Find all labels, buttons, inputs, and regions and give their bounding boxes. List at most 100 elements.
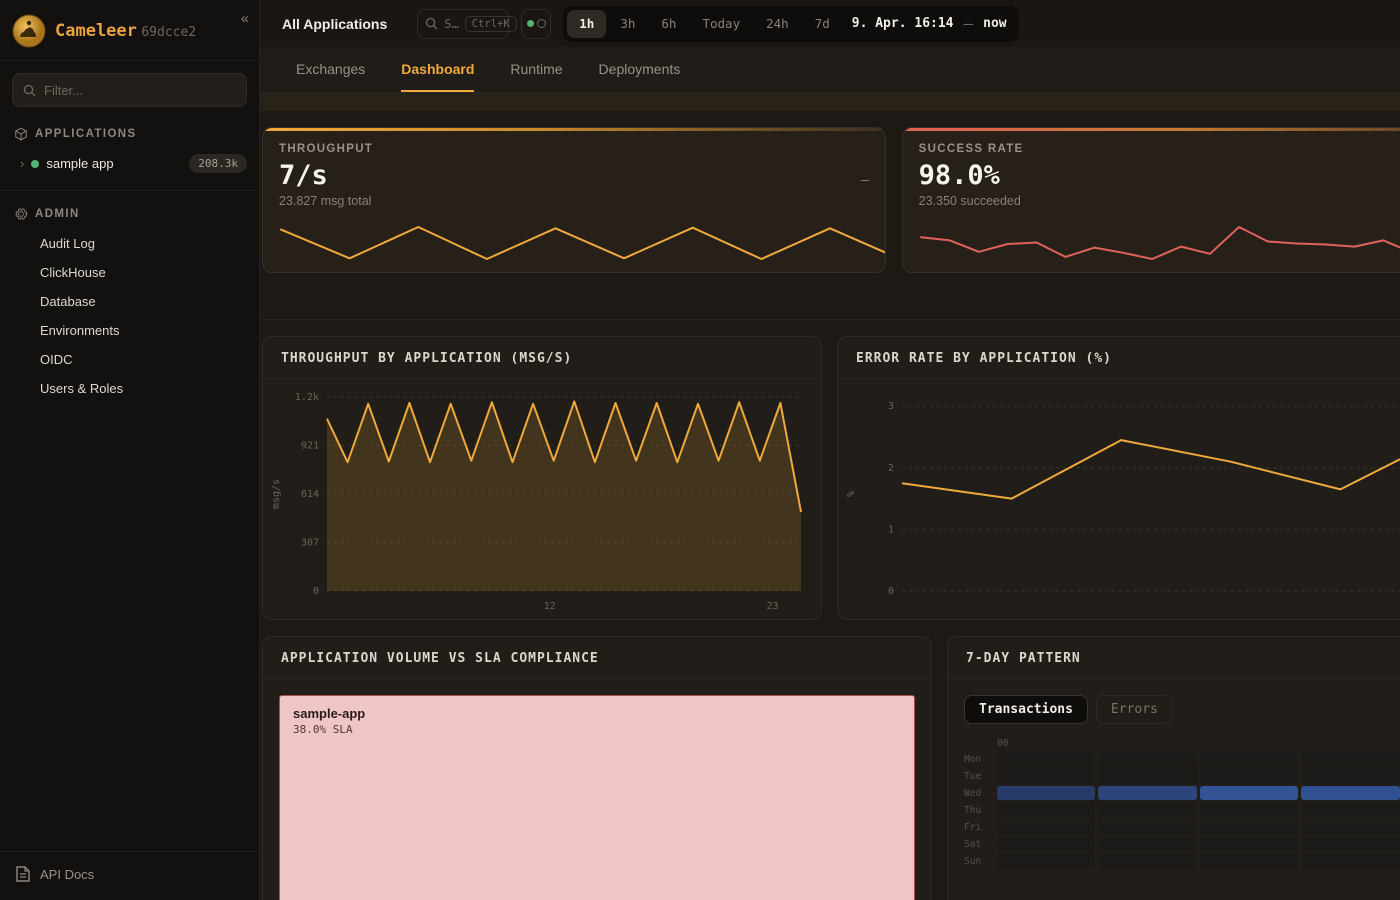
panel-title: ERROR RATE BY APPLICATION (%) [838,337,1400,379]
time-range-1h-button[interactable]: 1h [567,10,606,38]
search-icon [425,17,438,30]
tabs-nav: Exchanges Dashboard Runtime Deployments [296,47,680,92]
svg-text:2: 2 [888,463,894,474]
sidebar-collapse-button[interactable]: « [241,10,249,27]
kbd-shortcut: Ctrl+K [465,16,517,32]
gear-icon [14,207,28,221]
tab-runtime[interactable]: Runtime [510,47,562,92]
sidebar-item-users-roles[interactable]: Users & Roles [0,374,259,403]
heatmap-cell [1098,803,1196,817]
heatmap-cell [1098,854,1196,868]
treemap-sla-value: 38.0% SLA [293,723,901,736]
panel-title: THROUGHPUT BY APPLICATION (MSG/S) [263,337,821,379]
document-icon [16,866,30,882]
heatmap-cell [1098,769,1196,783]
camel-logo-icon [12,14,46,48]
count-badge: 208.3k [189,154,247,173]
sidebar-item-clickhouse[interactable]: ClickHouse [0,258,259,287]
auto-refresh-status: Auto-refresh: 30s [260,93,1400,111]
heatmap-panel: 7-DAY PATTERN TransactionsErrors 0004081… [947,636,1400,900]
heatmap-cell [1301,769,1399,783]
app-title: Cameleer [55,21,137,41]
sidebar-header: Cameleer 69dcce2 « [0,0,259,61]
treemap-app-name: sample-app [293,706,901,721]
global-search-input[interactable]: S… Ctrl+K [417,9,509,39]
online-dot-icon [527,20,534,27]
status-ring-icon [537,19,546,28]
api-docs-link[interactable]: API Docs [16,866,243,882]
heatmap-cell [1200,769,1298,783]
svg-text:614: 614 [301,489,319,500]
dashboard-content: THROUGHPUT7/s–23.827 msg totalSUCCESS RA… [260,111,1400,900]
heatmap-day-label: Sun [964,856,994,867]
filter-input[interactable]: Filter... [12,73,247,107]
sidebar-item-environments[interactable]: Environments [0,316,259,345]
svg-text:msg/s: msg/s [271,479,282,509]
error-rate-line-chart: 01231223% [840,383,1400,617]
application-name: sample app [46,156,113,171]
sidebar-item-audit-log[interactable]: Audit Log [0,229,259,258]
heatmap-cell [997,769,1095,783]
heatmap-cell [1200,854,1298,868]
treemap-node-sample-app[interactable]: sample-app 38.0% SLA [279,695,915,900]
kpi-delta: – [861,173,869,188]
heatmap-day-label: Tue [964,771,994,782]
heatmap-hour-label: 00 [997,738,1095,749]
svg-text:1: 1 [888,524,894,535]
tab-exchanges[interactable]: Exchanges [296,47,365,92]
sidebar-item-sample-app[interactable]: › sample app 208.3k [0,147,259,180]
kpi-card-success-rate: SUCCESS RATE98.0%-2.0%23.350 succeeded [902,127,1400,273]
heatmap-cell [997,820,1095,834]
heatmap-day-label: Mon [964,754,994,765]
heatmap-cell [1301,803,1399,817]
api-docs-label: API Docs [40,867,94,882]
sidebar-item-oidc[interactable]: OIDC [0,345,259,374]
time-range-today-button[interactable]: Today [690,10,752,38]
kpi-label: SUCCESS RATE [919,143,1400,155]
svg-text:307: 307 [301,538,319,549]
heatmap-cell [1098,837,1196,851]
heatmap-cell [1301,786,1399,800]
heatmap-day-label: Sat [964,839,994,850]
time-from[interactable]: 9. Apr. 16:14 [844,16,962,31]
svg-text:23: 23 [767,601,779,612]
time-range-24h-button[interactable]: 24h [754,10,801,38]
heatmap-toggle-transactions[interactable]: Transactions [964,695,1088,724]
heatmap-cell [1200,752,1298,766]
filter-placeholder: Filter... [44,83,83,98]
kpi-card-throughput: THROUGHPUT7/s–23.827 msg total [262,127,886,273]
kpi-row: THROUGHPUT7/s–23.827 msg totalSUCCESS RA… [262,127,1400,273]
time-separator: – [964,14,974,33]
tab-deployments[interactable]: Deployments [599,47,681,92]
kpi-value: 98.0% [919,160,1000,191]
heatmap-cell [1301,837,1399,851]
brand: Cameleer 69dcce2 [55,21,196,41]
weekly-heatmap: 000408121620MonTueWedThuFriSatSun [964,738,1400,868]
tab-dashboard[interactable]: Dashboard [401,47,474,92]
heatmap-cell [997,786,1095,800]
heatmap-cell [1200,803,1298,817]
sidebar-item-database[interactable]: Database [0,287,259,316]
charts-row: THROUGHPUT BY APPLICATION (MSG/S) 030761… [262,336,1400,620]
time-to[interactable]: now [975,16,1014,31]
heatmap-cell [997,854,1095,868]
time-range-3h-button[interactable]: 3h [608,10,647,38]
sidebar: Cameleer 69dcce2 « Filter... APPLICATION… [0,0,260,900]
svg-text:921: 921 [301,441,319,452]
kpi-value: 7/s [279,160,328,191]
heatmap-cell [997,837,1095,851]
svg-text:3: 3 [888,401,894,412]
time-range-6h-button[interactable]: 6h [649,10,688,38]
app-version: 69dcce2 [141,25,196,40]
heatmap-cell [1098,786,1196,800]
status-dot [31,160,39,168]
connection-status-button[interactable] [521,9,551,39]
heatmap-toggle-errors[interactable]: Errors [1096,695,1173,724]
time-range-group: 1h3h6hToday24h7d 9. Apr. 16:14 – now [563,6,1018,42]
search-placeholder: S… [444,17,458,31]
admin-section-label: ADMIN [0,191,259,227]
chevron-right-icon[interactable]: › [20,156,24,171]
heatmap-cell [1098,752,1196,766]
package-icon [14,127,28,141]
time-range-7d-button[interactable]: 7d [803,10,842,38]
